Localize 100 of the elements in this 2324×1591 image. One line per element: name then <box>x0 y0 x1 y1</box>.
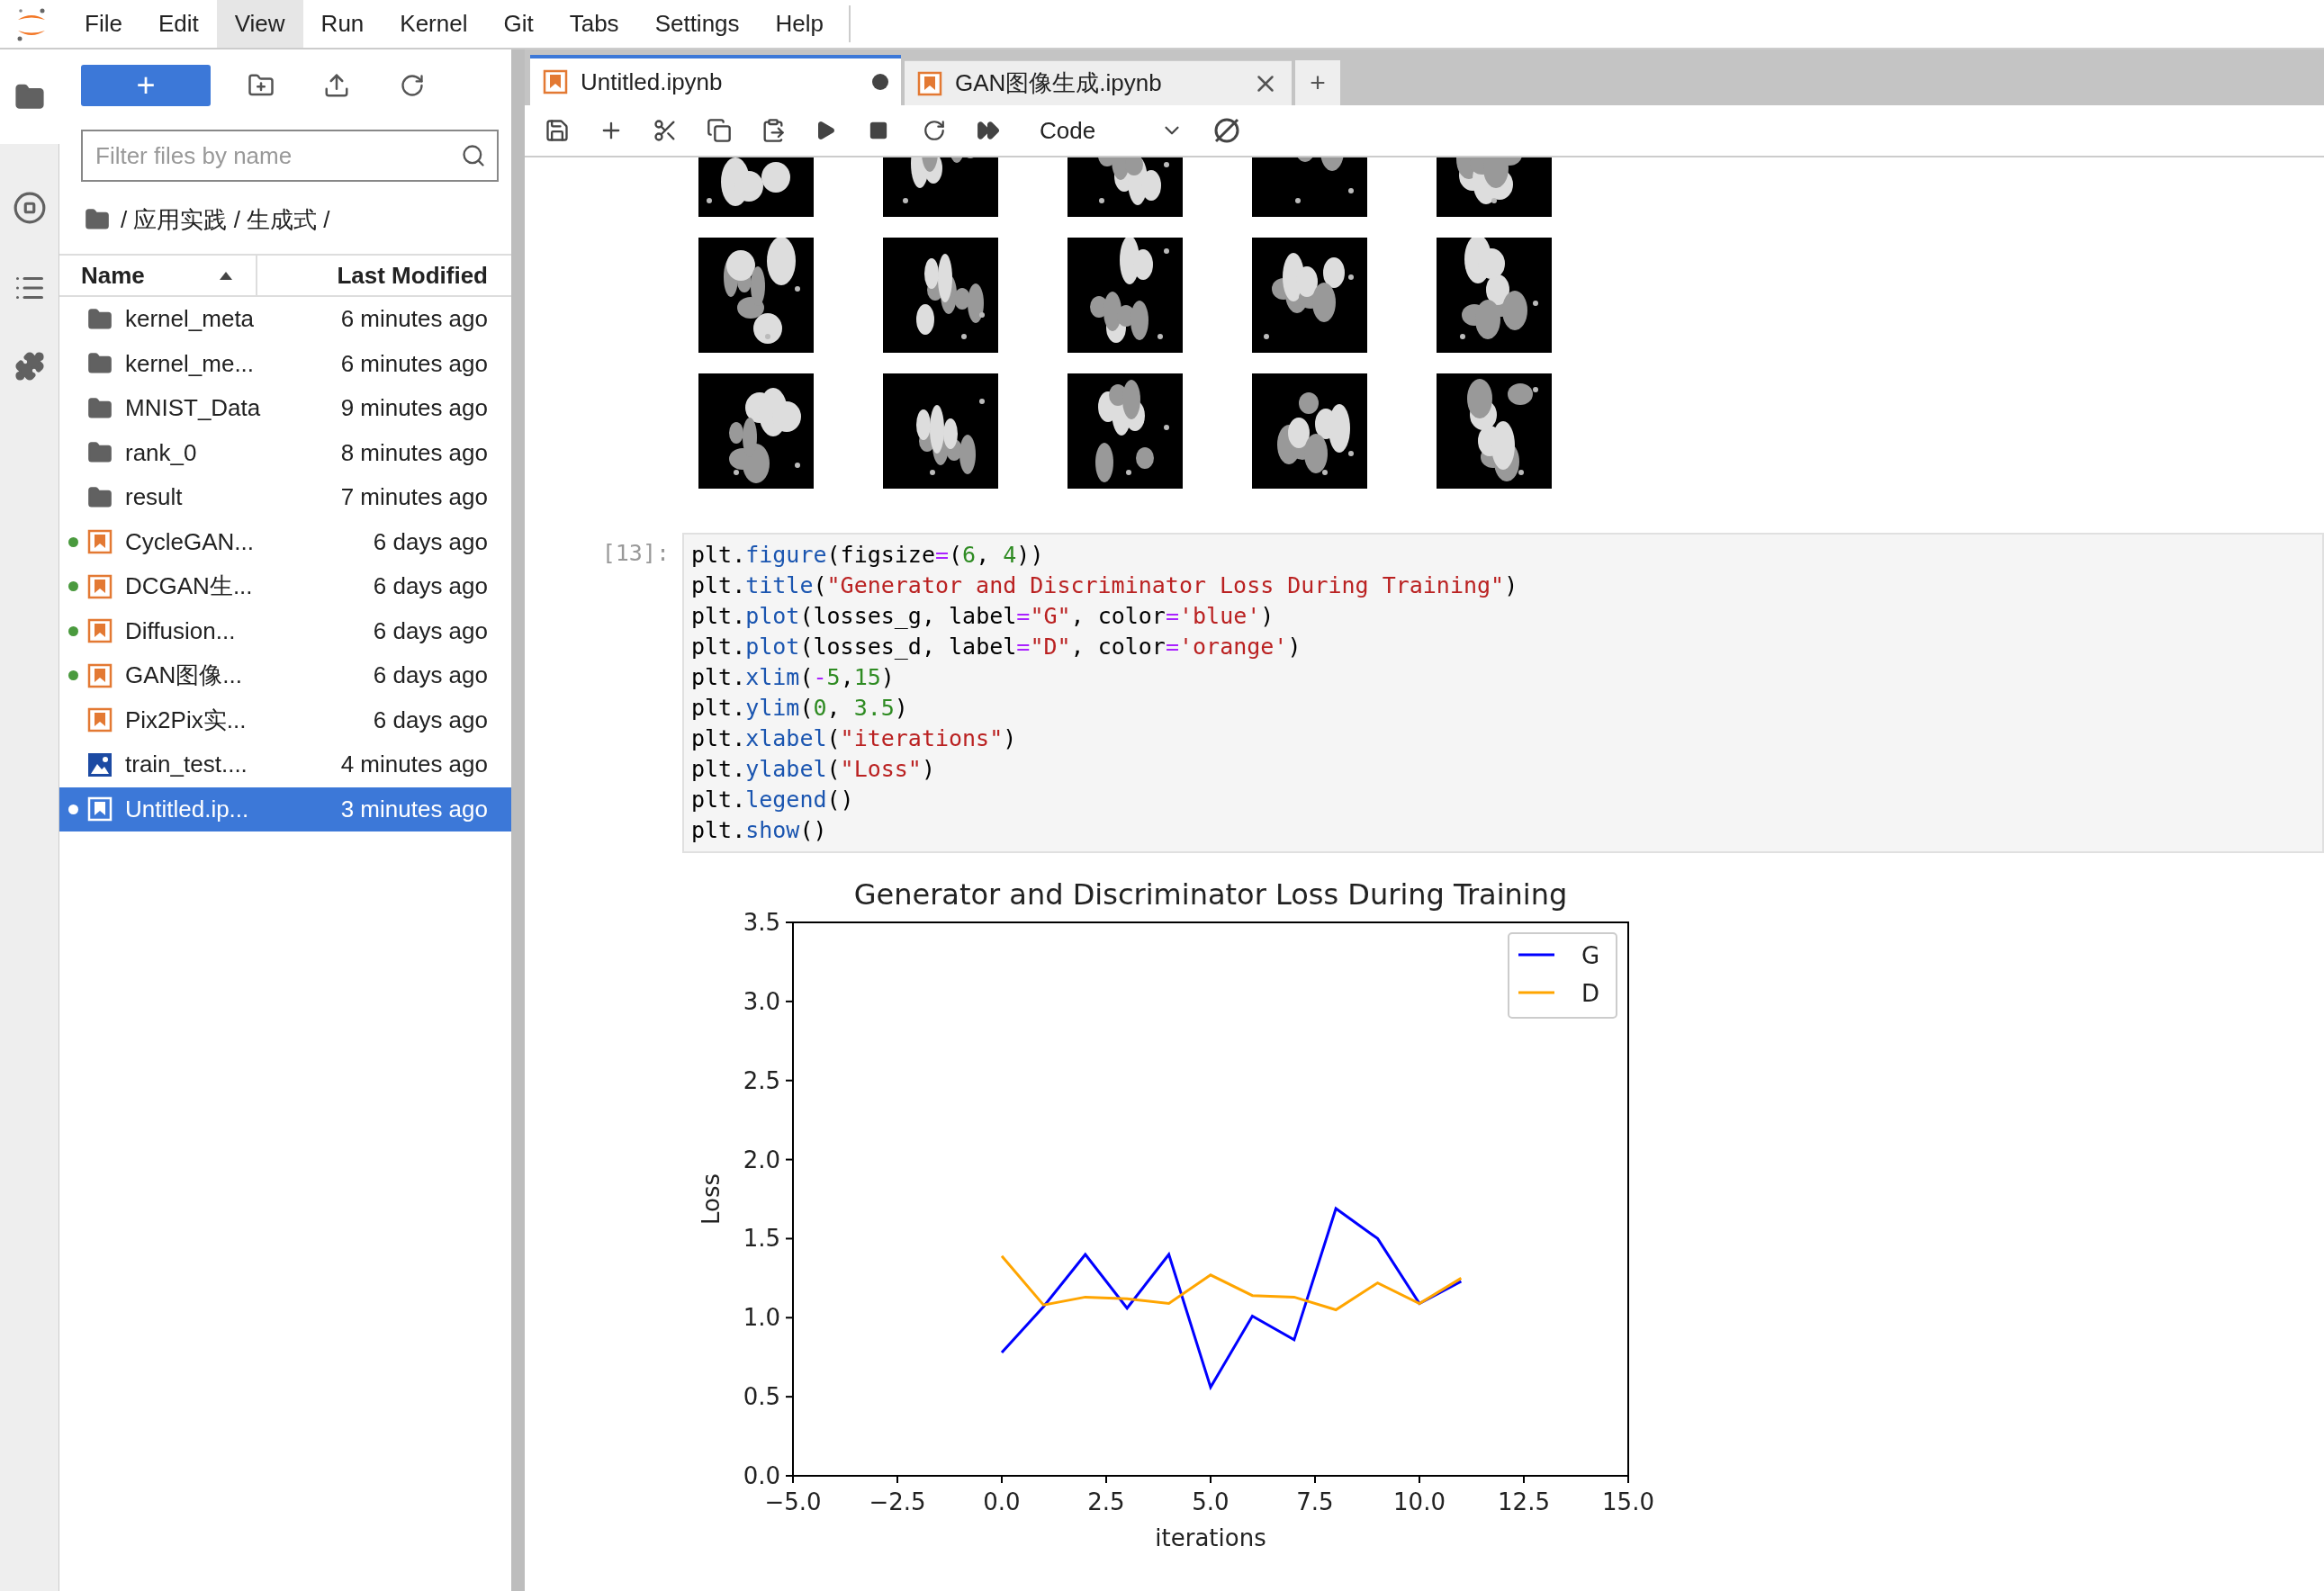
file-row[interactable]: DCGAN生... 6 days ago <box>59 564 511 609</box>
x-tick-label: 5.0 <box>1192 1488 1230 1515</box>
refresh-icon[interactable] <box>400 73 425 98</box>
menu-item[interactable]: File <box>67 0 140 48</box>
menu-item[interactable]: Git <box>485 0 552 48</box>
notebook-icon <box>917 70 942 96</box>
x-tick-label: 15.0 <box>1602 1488 1654 1515</box>
file-name: kernel_me... <box>125 349 256 378</box>
puzzle-icon[interactable] <box>14 351 45 382</box>
y-tick-label: 0.0 <box>743 1462 780 1489</box>
y-axis-label: Loss <box>698 1173 725 1225</box>
file-name: train_test.... <box>125 751 248 779</box>
file-row[interactable]: GAN图像... 6 days ago <box>59 653 511 698</box>
file-row[interactable]: Untitled.ip... 3 minutes ago <box>59 787 511 831</box>
modified-time: 9 minutes ago <box>340 394 488 423</box>
menu-item[interactable]: Run <box>302 0 383 48</box>
notebook-icon <box>87 662 113 688</box>
menu-item[interactable]: Edit <box>140 0 217 48</box>
modified-time: 6 minutes ago <box>340 305 488 334</box>
restart-icon[interactable] <box>923 119 946 142</box>
modified-time: 6 days ago <box>373 706 488 734</box>
search-icon <box>461 143 486 168</box>
run-all-icon[interactable] <box>977 119 1000 142</box>
breadcrumb-path[interactable]: / 应用实践 / 生成式 / <box>121 203 330 236</box>
folder-icon <box>87 484 113 510</box>
file-row[interactable]: train_test.... 4 minutes ago <box>59 742 511 787</box>
new-tab-button[interactable]: + <box>1295 60 1340 105</box>
cell-type-label: Code <box>1040 116 1096 145</box>
file-name: result <box>125 483 184 512</box>
file-row[interactable]: Pix2Pix实... 6 days ago <box>59 697 511 742</box>
code-line: plt.title("Generator and Discriminator Loss During Training") <box>691 571 1519 600</box>
folder-icon <box>87 395 113 421</box>
x-tick-label: −2.5 <box>869 1488 926 1515</box>
code-line: plt.plot(losses_g, label="G", color='blue') <box>691 602 1275 631</box>
folder-icon <box>87 306 113 332</box>
x-tick-label: 12.5 <box>1498 1488 1550 1515</box>
menu-item[interactable]: View <box>216 0 303 48</box>
x-tick-label: 2.5 <box>1087 1488 1125 1515</box>
notebook-icon <box>87 573 113 599</box>
notebook-icon <box>87 707 113 733</box>
code-line: plt.legend() <box>691 786 855 814</box>
code-line: plt.figure(figsize=(6, 4)) <box>691 541 1045 570</box>
y-tick-label: 1.0 <box>743 1304 780 1332</box>
new-launcher-button[interactable]: + <box>81 65 211 106</box>
menu-item[interactable]: Settings <box>636 0 758 48</box>
code-editor[interactable] <box>682 533 2324 853</box>
cell-type-dropdown[interactable]: Code <box>1040 116 1184 145</box>
x-tick-label: 7.5 <box>1296 1488 1334 1515</box>
file-name: Untitled.ip... <box>125 795 250 823</box>
y-tick-label: 1.5 <box>743 1225 780 1253</box>
stop-icon[interactable] <box>869 121 888 140</box>
folder-icon[interactable] <box>85 207 110 232</box>
modified-time: 6 days ago <box>373 527 488 556</box>
notebook-icon <box>87 796 113 822</box>
file-name: GAN图像... <box>125 661 243 691</box>
file-name: DCGAN生... <box>125 571 254 602</box>
notebook-icon <box>87 618 113 644</box>
modified-time: 3 minutes ago <box>340 795 488 823</box>
modified-time: 7 minutes ago <box>340 483 488 512</box>
file-name: MNIST_Data <box>125 394 262 423</box>
code-line: plt.plot(losses_d, label="D", color='orange') <box>691 633 1302 661</box>
legend-label: D <box>1581 980 1600 1007</box>
stop-icon[interactable] <box>12 191 47 225</box>
copy-icon[interactable] <box>707 118 732 143</box>
column-header[interactable]: Name <box>59 256 257 295</box>
code-line: plt.show() <box>691 816 828 845</box>
file-row[interactable]: result 7 minutes ago <box>59 475 511 520</box>
menu-item[interactable]: Kernel <box>382 0 486 48</box>
file-row[interactable]: kernel_meta 6 minutes ago <box>59 297 511 342</box>
modified-time: 4 minutes ago <box>340 751 488 779</box>
y-tick-label: 2.5 <box>743 1066 780 1094</box>
file-row[interactable]: kernel_me... 6 minutes ago <box>59 341 511 386</box>
document-tab[interactable]: Untitled.ipynb <box>530 55 901 105</box>
file-name: kernel_meta <box>125 305 256 334</box>
search-field[interactable]: Filter files by name <box>81 130 499 182</box>
menu-item[interactable]: Tabs <box>551 0 637 48</box>
file-row[interactable]: MNIST_Data 9 minutes ago <box>59 386 511 431</box>
file-name: rank_0 <box>125 438 198 467</box>
legend-label: G <box>1581 942 1600 969</box>
cell-prompt: [13]: <box>600 539 671 568</box>
code-line: plt.xlim(-5,15) <box>691 663 896 692</box>
tab-label: Untitled.ipynb <box>581 67 724 96</box>
file-name: Diffusion... <box>125 616 237 645</box>
notebook-icon <box>87 529 113 555</box>
file-name: Pix2Pix实... <box>125 705 248 735</box>
modified-time: 8 minutes ago <box>340 438 488 467</box>
y-tick-label: 3.0 <box>743 987 780 1015</box>
file-row[interactable]: rank_0 8 minutes ago <box>59 430 511 475</box>
save-icon[interactable] <box>545 118 570 143</box>
column-header[interactable]: Last Modified <box>257 256 511 295</box>
notebook-icon <box>543 69 568 94</box>
menu-item[interactable]: Help <box>757 0 842 48</box>
x-tick-label: −5.0 <box>764 1488 822 1515</box>
file-row[interactable]: Diffusion... 6 days ago <box>59 608 511 653</box>
upload-icon[interactable] <box>323 72 350 99</box>
file-row[interactable]: CycleGAN... 6 days ago <box>59 519 511 564</box>
chart-title: Generator and Discriminator Loss During Training <box>853 877 1568 912</box>
document-tab[interactable]: GAN图像生成.ipynb <box>905 60 1292 105</box>
file-name: CycleGAN... <box>125 527 256 556</box>
splitter-handle[interactable] <box>511 49 525 1591</box>
